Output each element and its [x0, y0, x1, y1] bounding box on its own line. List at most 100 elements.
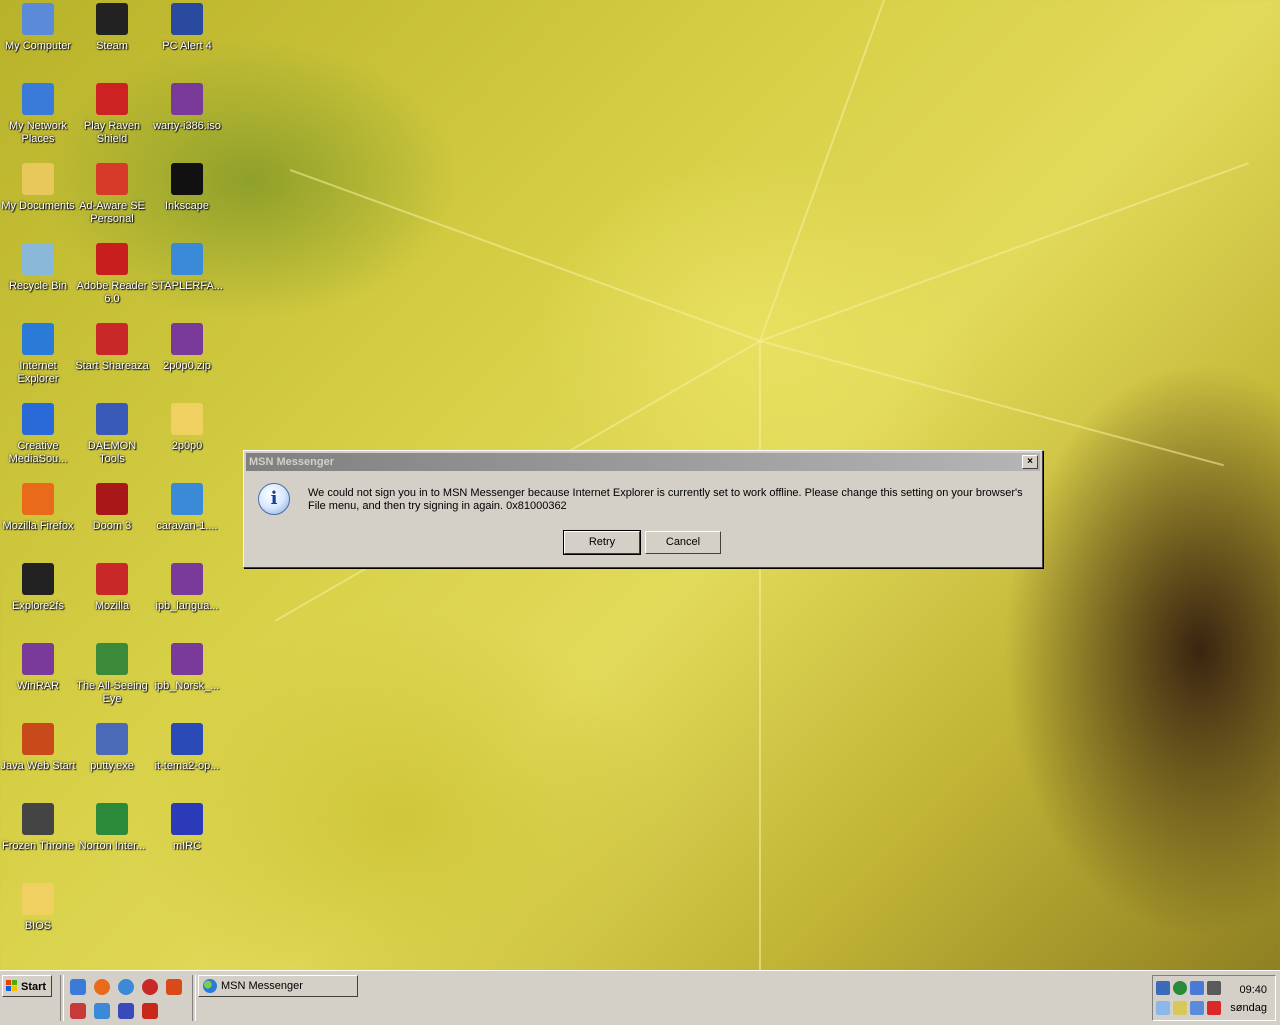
desktop-icon-label: 2p0p0	[171, 440, 203, 452]
desktop-icon[interactable]: My Computer	[0, 1, 76, 81]
steam-icon	[96, 3, 128, 35]
desktop-icon[interactable]: 2p0p0	[149, 401, 225, 481]
desktop-icon[interactable]: STAPLERFA...	[149, 241, 225, 321]
tray-sound-icon[interactable]	[1190, 1001, 1204, 1015]
desktop-icon[interactable]: it-tema2-op...	[149, 721, 225, 801]
desktop-icon[interactable]: Start Shareaza	[74, 321, 150, 401]
desktop-icon[interactable]: Doom 3	[74, 481, 150, 561]
pc-alert-icon	[171, 3, 203, 35]
desktop-icon[interactable]: Creative MediaSou...	[0, 401, 76, 481]
desktop-icon-label: My Documents	[1, 200, 75, 212]
desktop-icon[interactable]: Explore2fs	[0, 561, 76, 641]
desktop-icon[interactable]: My Documents	[0, 161, 76, 241]
desktop-icon[interactable]: Mozilla Firefox	[0, 481, 76, 561]
ql-shareaza-icon[interactable]	[142, 1003, 158, 1019]
desktop-icon-label: Explore2fs	[12, 600, 64, 612]
desktop-icon[interactable]: ipb_langua...	[149, 561, 225, 641]
computer-icon	[22, 3, 54, 35]
tray-mail-icon[interactable]	[1156, 1001, 1170, 1015]
desktop-icon[interactable]: Frozen Throne	[0, 801, 76, 881]
tray-network-icon[interactable]	[1173, 981, 1187, 995]
tray-msn-icon[interactable]	[1190, 981, 1204, 995]
task-msn-messenger[interactable]: MSN Messenger	[198, 975, 358, 997]
desktop-icon[interactable]: BIOS	[0, 881, 76, 961]
ql-game-icon[interactable]	[70, 1003, 86, 1019]
desktop-icon[interactable]: Norton Inter...	[74, 801, 150, 881]
desktop-icon[interactable]: Internet Explorer	[0, 321, 76, 401]
desktop-icon-label: warty-i386.iso	[153, 120, 221, 132]
tray-keyboard-icon[interactable]	[1156, 981, 1170, 995]
windows-logo-icon	[6, 980, 18, 991]
desktop-icon-label: My Computer	[4, 40, 72, 52]
desktop-icon-label: Mozilla Firefox	[2, 520, 74, 532]
internet-explorer-icon	[22, 323, 54, 355]
desktop-icon[interactable]: Recycle Bin	[0, 241, 76, 321]
recycle-bin-icon	[22, 243, 54, 275]
desktop-icon[interactable]: Mozilla	[74, 561, 150, 641]
desktop-icon[interactable]: putty.exe	[74, 721, 150, 801]
desktop-icon[interactable]: My Network Places	[0, 81, 76, 161]
ql-firefox-icon[interactable]	[94, 979, 110, 995]
desktop-icon-label: Java Web Start	[0, 760, 76, 772]
start-button[interactable]: Start	[2, 975, 52, 997]
cancel-button[interactable]: Cancel	[645, 531, 721, 554]
taskbar-separator	[192, 975, 196, 1021]
ql-daemon-icon[interactable]	[118, 1003, 134, 1019]
info-icon: i	[258, 483, 290, 515]
desktop-icon[interactable]: PC Alert 4	[149, 1, 225, 81]
retry-button[interactable]: Retry	[563, 530, 641, 555]
desktop-icon[interactable]: WinRAR	[0, 641, 76, 721]
desktop-icon-label: PC Alert 4	[162, 40, 212, 52]
desktop-icon-label: Creative MediaSou...	[8, 440, 68, 465]
desktop-icon[interactable]: Play Raven Shield	[74, 81, 150, 161]
folder-icon	[22, 883, 54, 915]
desktop-icon-label: 2p0p0.zip	[163, 360, 211, 372]
desktop-icon-label: Adobe Reader 6.0	[76, 280, 148, 305]
doom3-icon	[96, 483, 128, 515]
clock-time[interactable]: 09:40	[1239, 984, 1267, 996]
desktop-icon-label: My Network Places	[8, 120, 68, 145]
frozen-throne-icon	[22, 803, 54, 835]
tray-display-icon[interactable]	[1173, 1001, 1187, 1015]
ql-shortcut-icon[interactable]	[166, 979, 182, 995]
winrar-archive-icon	[171, 83, 203, 115]
close-icon[interactable]: ×	[1022, 455, 1038, 469]
desktop-icon[interactable]: DAEMON Tools	[74, 401, 150, 481]
desktop-icon-label: DAEMON Tools	[87, 440, 137, 465]
clock-day: søndag	[1230, 1002, 1267, 1014]
ql-media-player-icon[interactable]	[118, 979, 134, 995]
desktop-icon[interactable]: caravan-1....	[149, 481, 225, 561]
desktop-icon[interactable]: The All-Seeing Eye	[74, 641, 150, 721]
desktop-icon-label: BIOS	[24, 920, 52, 932]
desktop-icon-label: Play Raven Shield	[83, 120, 141, 145]
desktop-icon[interactable]: Java Web Start	[0, 721, 76, 801]
mozilla-icon	[96, 563, 128, 595]
desktop-icon[interactable]: Inkscape	[149, 161, 225, 241]
dialog-message: We could not sign you in to MSN Messenge…	[308, 487, 1023, 512]
desktop-icon-label: mIRC	[172, 840, 202, 852]
folder-icon	[171, 403, 203, 435]
desktop-icon[interactable]: 2p0p0.zip	[149, 321, 225, 401]
dialog-titlebar[interactable]: MSN Messenger ×	[246, 453, 1040, 471]
desktop-icon-label: Mozilla	[94, 600, 130, 612]
winrar-archive-icon	[171, 563, 203, 595]
ql-show-desktop-icon[interactable]	[70, 979, 86, 995]
desktop-icon[interactable]: ipb_Norsk_...	[149, 641, 225, 721]
desktop-icon-label: Norton Inter...	[78, 840, 146, 852]
ql-creative-icon[interactable]	[94, 1003, 110, 1019]
media-file-icon	[171, 483, 203, 515]
tray-adobe-icon[interactable]	[1207, 1001, 1221, 1015]
desktop-icon-label: putty.exe	[90, 760, 134, 772]
desktop-icon-label: ipb_langua...	[155, 600, 219, 612]
desktop-icon[interactable]: Adobe Reader 6.0	[74, 241, 150, 321]
ql-app-icon[interactable]	[142, 979, 158, 995]
desktop-icon-label: Internet Explorer	[17, 360, 59, 385]
adobe-reader-icon	[96, 243, 128, 275]
tray-usb-icon[interactable]	[1207, 981, 1221, 995]
desktop-icon[interactable]: Steam	[74, 1, 150, 81]
desktop-icon[interactable]: mIRC	[149, 801, 225, 881]
desktop-icon-label: STAPLERFA...	[151, 280, 223, 292]
desktop-icon[interactable]: Ad-Aware SE Personal	[74, 161, 150, 241]
dialog-title: MSN Messenger	[249, 456, 334, 468]
desktop-icon[interactable]: warty-i386.iso	[149, 81, 225, 161]
